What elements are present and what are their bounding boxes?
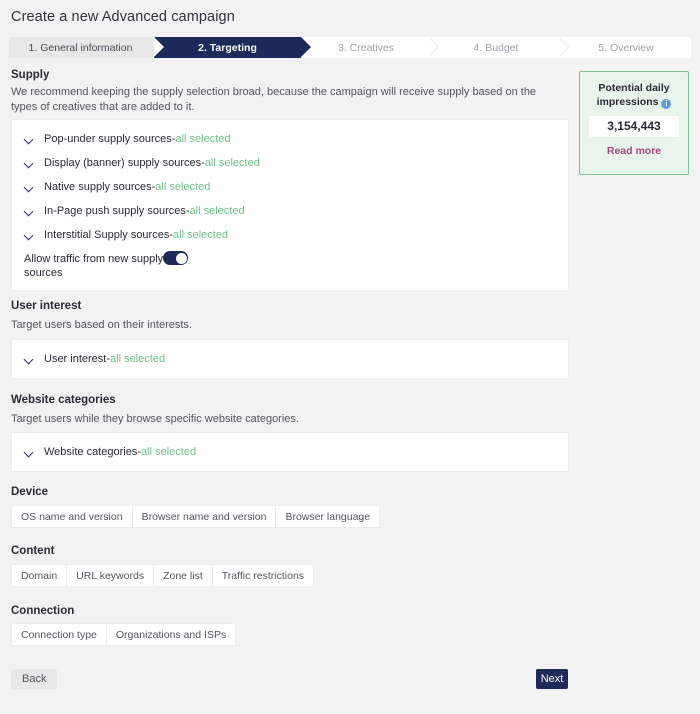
device-section-title: Device: [11, 486, 49, 498]
accordion-label: Website categories: [44, 446, 138, 458]
accordion-label: Interstitial Supply sources: [44, 229, 170, 241]
chevron-down-icon: [24, 230, 35, 241]
potential-daily-impressions-value: 3,154,443: [589, 116, 679, 137]
accordion-label: In-Page push supply sources: [44, 205, 186, 217]
chip-url-keywords[interactable]: URL keywords: [67, 565, 155, 586]
content-section-title: Content: [11, 545, 55, 557]
connection-chip-group: Connection type Organizations and ISPs: [11, 623, 237, 646]
chip-browser-name-and-version[interactable]: Browser name and version: [132, 506, 277, 527]
step-general-information[interactable]: 1. General information: [9, 37, 162, 58]
chevron-down-icon: [24, 182, 35, 193]
supply-section-title: Supply: [11, 69, 50, 81]
step-targeting[interactable]: 2. Targeting: [154, 37, 311, 58]
accordion-label: Pop-under supply sources: [44, 133, 172, 145]
accordion-in-page-push-supply-sources[interactable]: In-Page push supply sources - all select…: [24, 205, 245, 217]
chevron-down-icon: [24, 134, 35, 145]
chevron-down-icon: [24, 206, 35, 217]
accordion-interstitial-supply-sources[interactable]: Interstitial Supply sources - all select…: [24, 229, 228, 241]
accordion-status: all selected: [141, 446, 197, 458]
chevron-down-icon: [24, 354, 35, 365]
chip-traffic-restrictions[interactable]: Traffic restrictions: [212, 565, 314, 586]
website-categories-section-description: Target users while they browse specific …: [11, 413, 299, 425]
device-chip-group: OS name and version Browser name and ver…: [11, 505, 381, 528]
accordion-native-supply-sources[interactable]: Native supply sources - all selected: [24, 181, 210, 193]
accordion-pop-under-supply-sources[interactable]: Pop-under supply sources - all selected: [24, 133, 231, 145]
chevron-down-icon: [24, 158, 35, 169]
accordion-label: Native supply sources: [44, 181, 152, 193]
chip-browser-language[interactable]: Browser language: [276, 506, 380, 527]
chip-os-name-and-version[interactable]: OS name and version: [12, 506, 133, 527]
accordion-label: Display (banner) supply sources: [44, 157, 202, 169]
content-chip-group: Domain URL keywords Zone list Traffic re…: [11, 564, 315, 587]
accordion-label: User interest: [44, 353, 107, 365]
chip-zone-list[interactable]: Zone list: [154, 565, 213, 586]
step-creatives[interactable]: 3. Creatives: [301, 37, 431, 58]
supply-section-description: We recommend keeping the supply selectio…: [11, 86, 537, 113]
page-title: Create a new Advanced campaign: [11, 9, 235, 25]
accordion-status: all selected: [155, 181, 211, 193]
accordion-display-banner-supply-sources[interactable]: Display (banner) supply sources - all se…: [24, 157, 260, 169]
card-title-text: Potential daily impressions: [596, 82, 670, 108]
step-overview[interactable]: 5. Overview: [558, 37, 691, 58]
back-button[interactable]: Back: [11, 669, 58, 689]
read-more-link[interactable]: Read more: [607, 145, 661, 157]
user-interest-section-title: User interest: [11, 300, 82, 312]
accordion-status: all selected: [110, 353, 166, 365]
step-budget[interactable]: 4. Budget: [428, 37, 561, 58]
step-label: 5. Overview: [598, 41, 654, 54]
accordion-status: all selected: [204, 157, 260, 169]
potential-daily-impressions-card: Potential daily impressions i 3,154,443 …: [579, 71, 689, 175]
next-button[interactable]: Next: [536, 669, 568, 689]
accordion-website-categories[interactable]: Website categories - all selected: [24, 446, 196, 458]
chip-domain[interactable]: Domain: [12, 565, 68, 586]
user-interest-section-description: Target users based on their interests.: [11, 319, 192, 331]
step-label: 2. Targeting: [198, 41, 257, 54]
accordion-status: all selected: [189, 205, 245, 217]
chevron-down-icon: [24, 447, 35, 458]
step-label: 3. Creatives: [337, 41, 395, 54]
wizard-stepper: 1. General information 2. Targeting 3. C…: [9, 37, 691, 58]
step-label: 4. Budget: [473, 41, 519, 54]
step-label: 1. General information: [28, 41, 133, 54]
toggle-knob: [175, 252, 187, 264]
accordion-status: all selected: [175, 133, 231, 145]
connection-section-title: Connection: [11, 605, 75, 617]
allow-new-supply-toggle[interactable]: [163, 251, 188, 265]
allow-new-supply-label: Allow traffic from new supply sources: [24, 253, 164, 279]
campaign-wizard-page: Create a new Advanced campaign 1. Genera…: [0, 0, 700, 714]
chip-organizations-and-isps[interactable]: Organizations and ISPs: [106, 624, 236, 645]
chip-connection-type[interactable]: Connection type: [12, 624, 107, 645]
accordion-user-interest[interactable]: User interest - all selected: [24, 353, 165, 365]
website-categories-section-title: Website categories: [11, 394, 116, 406]
info-icon[interactable]: i: [661, 99, 672, 109]
potential-daily-impressions-title: Potential daily impressions i: [580, 81, 688, 109]
accordion-status: all selected: [173, 229, 229, 241]
